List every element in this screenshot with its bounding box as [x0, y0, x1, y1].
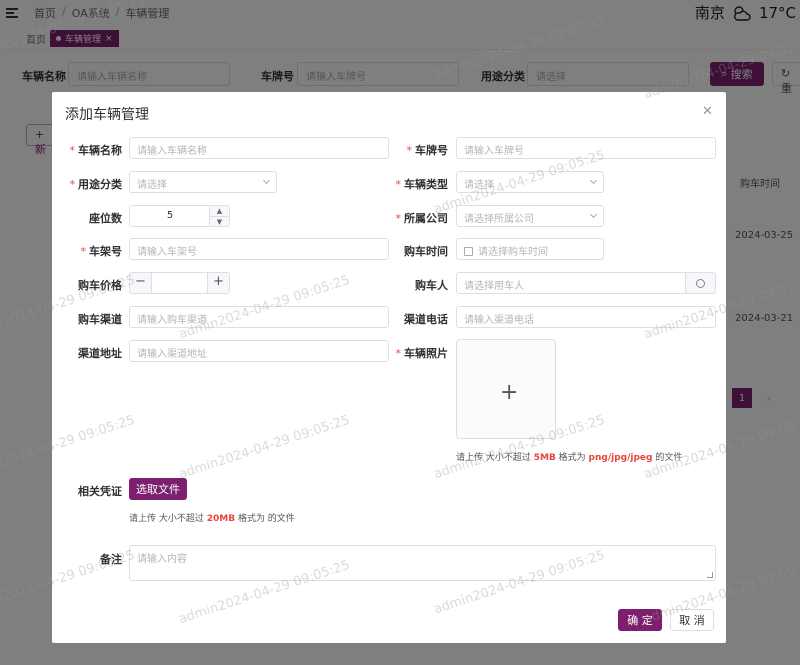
calendar-icon — [464, 247, 473, 256]
price-stepper[interactable]: − + — [129, 272, 230, 294]
label-text: 车辆名称 — [78, 144, 122, 157]
required-mark: * — [395, 178, 402, 191]
seats-label: 座位数 — [89, 212, 122, 225]
tip-size: 20MB — [206, 514, 236, 524]
chevron-down-icon — [262, 176, 271, 185]
buyer-label: 购车人 — [415, 279, 448, 292]
select-placeholder: 请选择所属公司 — [464, 214, 534, 225]
seats-controls: ▲ ▼ — [209, 206, 229, 226]
channel-phone-input[interactable]: 请输入渠道电话 — [456, 306, 716, 328]
photo-upload-box[interactable]: + — [456, 339, 556, 439]
photo-label: * 车辆照片 — [382, 345, 449, 361]
label-text: 用途分类 — [78, 178, 122, 191]
label-text: 车辆照片 — [404, 347, 448, 360]
tip-size: 5MB — [533, 453, 556, 463]
company-label: * 所属公司 — [382, 210, 449, 226]
plus-icon: + — [500, 380, 519, 405]
tip-text: 格式为 — [555, 453, 589, 463]
cancel-button[interactable]: 取 消 — [670, 609, 714, 631]
plate-number-input[interactable]: 请输入车牌号 — [456, 137, 716, 159]
channel-phone-label: 渠道电话 — [404, 313, 448, 326]
required-mark: * — [395, 347, 402, 360]
picker-placeholder: 请选择购车时间 — [478, 247, 548, 258]
label-text: 车架号 — [89, 245, 122, 258]
select-placeholder: 请选择 — [464, 180, 494, 191]
voucher-upload-tip: 请上传 大小不超过 20MB 格式为 的文件 — [129, 511, 295, 524]
plate-number-label: * 车牌号 — [382, 142, 449, 158]
tip-text: 格式为 的文件 — [235, 514, 295, 524]
tip-text: 请上传 大小不超过 — [129, 514, 207, 524]
tip-text: 请上传 大小不超过 — [456, 453, 534, 463]
chevron-up-icon[interactable]: ▲ — [210, 206, 229, 216]
price-label: 购车价格 — [78, 279, 122, 292]
usage-label: * 用途分类 — [52, 176, 123, 192]
select-file-button[interactable]: 选取文件 — [129, 478, 187, 500]
voucher-label: 相关凭证 — [78, 485, 122, 498]
purchase-time-picker[interactable]: 请选择购车时间 — [456, 238, 604, 260]
usage-select[interactable]: 请选择 — [129, 171, 277, 193]
dialog-close-icon[interactable]: ✕ — [702, 104, 713, 119]
purchase-time-label: 购车时间 — [404, 245, 448, 258]
textarea-placeholder: 请输入内容 — [137, 554, 187, 565]
tip-text: 的文件 — [652, 453, 683, 463]
chevron-down-icon — [589, 176, 598, 185]
vehicle-name-label: * 车辆名称 — [52, 142, 123, 158]
channel-address-input[interactable]: 请输入渠道地址 — [129, 340, 389, 362]
frame-number-input[interactable]: 请输入车架号 — [129, 238, 389, 260]
channel-label: 购车渠道 — [78, 313, 122, 326]
seats-value: 5 — [166, 210, 174, 221]
decrease-icon[interactable]: − — [130, 273, 152, 293]
company-select[interactable]: 请选择所属公司 — [456, 205, 604, 227]
required-mark: * — [69, 144, 76, 157]
remark-textarea[interactable]: 请输入内容 — [129, 545, 716, 581]
channel-input[interactable]: 请输入购车渠道 — [129, 306, 389, 328]
chevron-down-icon[interactable]: ▼ — [210, 216, 229, 226]
chevron-down-icon — [589, 210, 598, 219]
resize-handle-icon[interactable] — [707, 572, 713, 578]
label-text: 车牌号 — [415, 144, 448, 157]
confirm-button[interactable]: 确 定 — [618, 609, 662, 631]
vehicle-name-input[interactable]: 请输入车辆名称 — [129, 137, 389, 159]
channel-address-label: 渠道地址 — [78, 347, 122, 360]
label-text: 车辆类型 — [404, 178, 448, 191]
remark-label: 备注 — [100, 553, 122, 566]
increase-icon[interactable]: + — [207, 273, 229, 293]
photo-upload-tip: 请上传 大小不超过 5MB 格式为 png/jpg/jpeg 的文件 — [456, 450, 682, 463]
required-mark: * — [80, 245, 87, 258]
seats-stepper[interactable]: 5 ▲ ▼ — [129, 205, 230, 227]
frame-number-label: * 车架号 — [52, 243, 123, 259]
required-mark: * — [406, 144, 413, 157]
input-placeholder: 请选择用车人 — [464, 281, 524, 292]
tip-format: png/jpg/jpeg — [588, 453, 653, 463]
select-placeholder: 请选择 — [137, 180, 167, 191]
vehicle-type-label: * 车辆类型 — [382, 176, 449, 192]
add-vehicle-dialog: 添加车辆管理 ✕ * 车辆名称 请输入车辆名称 * 车牌号 请输入车牌号 * 用途分类… — [52, 92, 726, 643]
search-icon[interactable] — [685, 273, 715, 293]
vehicle-type-select[interactable]: 请选择 — [456, 171, 604, 193]
label-text: 所属公司 — [404, 212, 448, 225]
required-mark: * — [395, 212, 402, 225]
buyer-input[interactable]: 请选择用车人 — [456, 272, 716, 294]
required-mark: * — [69, 178, 76, 191]
dialog-title: 添加车辆管理 — [65, 107, 149, 123]
